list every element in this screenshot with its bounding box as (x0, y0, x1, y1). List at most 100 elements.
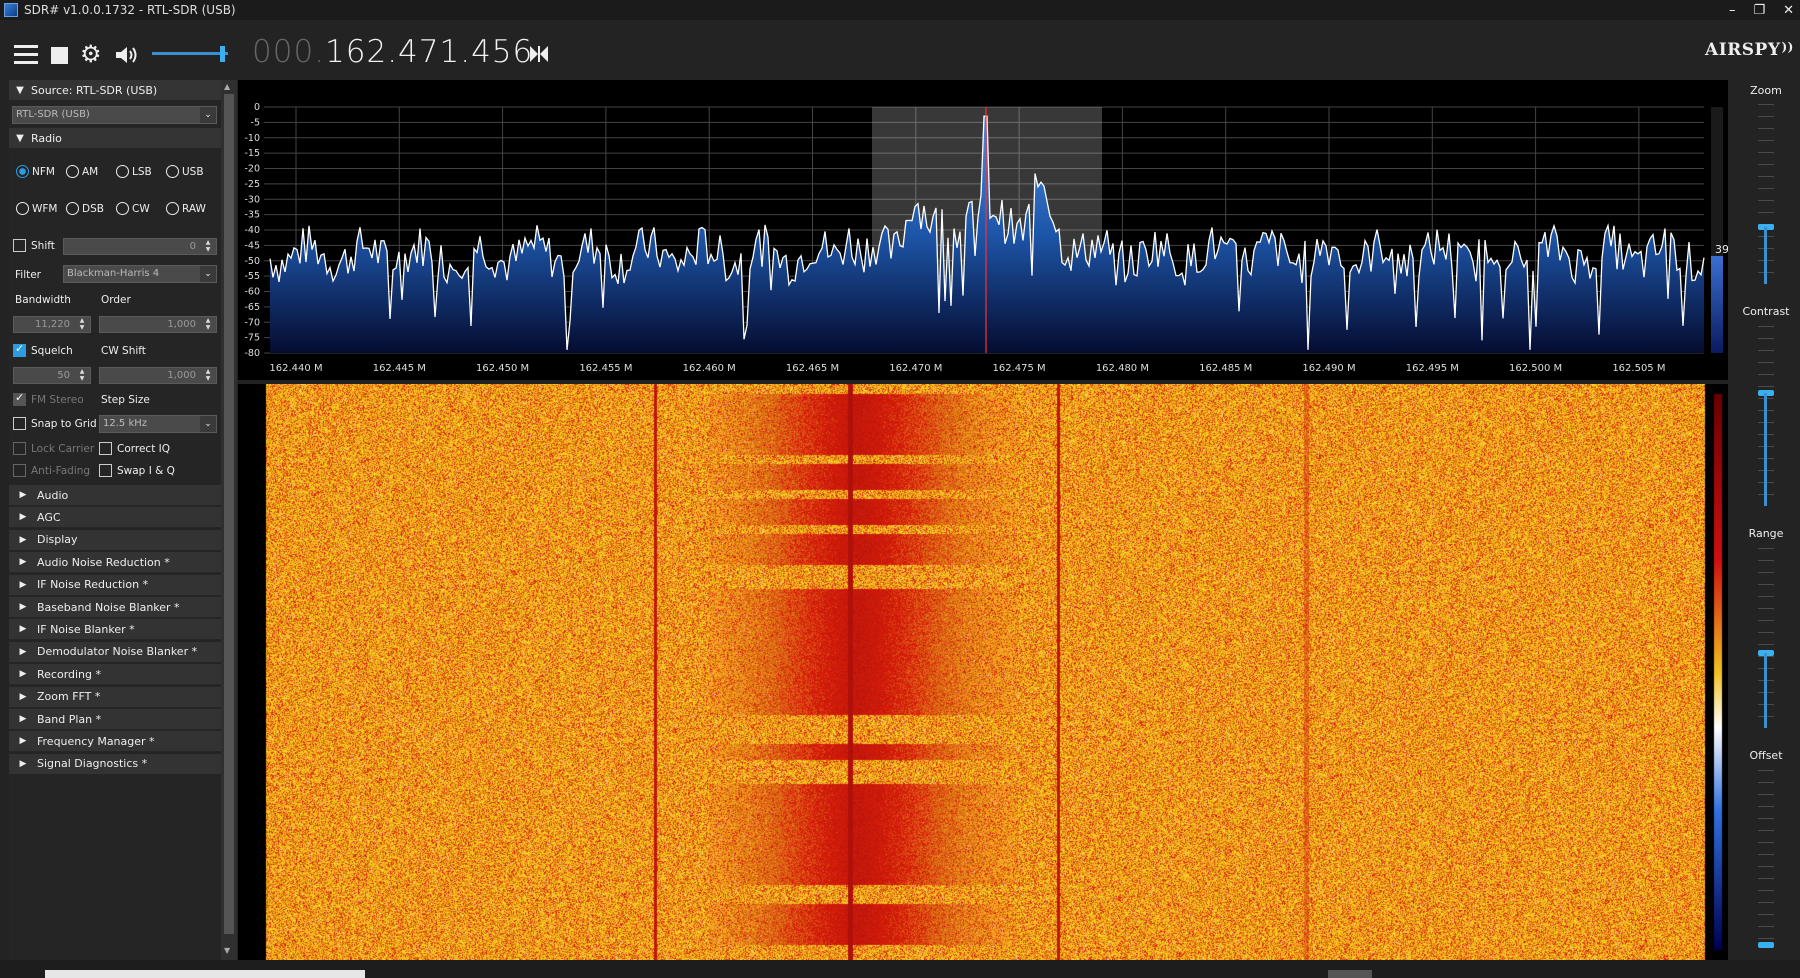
plugin-display[interactable]: ▶ Display (9, 529, 221, 551)
contrast-slider[interactable] (1758, 326, 1774, 506)
frequency-tick-label: 162.460 M (683, 363, 736, 374)
radio-section-header[interactable]: ▼ Radio (9, 128, 221, 148)
order-label: Order (101, 294, 131, 306)
cw-shift-input[interactable]: 1,000 ▲ ▼ (99, 367, 217, 384)
frequency-tick-label: 162.445 M (373, 363, 426, 374)
squelch-input[interactable]: 50 ▲ ▼ (13, 367, 91, 384)
source-device-select[interactable]: RTL-SDR (USB) ⌄ (12, 106, 217, 124)
frequency-tick-label: 162.475 M (993, 363, 1046, 374)
scroll-up-icon: ▲ (224, 82, 231, 91)
db-tick-label: -65 (244, 302, 260, 313)
lock-carrier-checkbox[interactable]: Lock Carrier (13, 442, 94, 455)
expand-right-icon: ▶ (19, 691, 27, 702)
frequency-tick-label: 162.470 M (889, 363, 942, 374)
status-strip (0, 960, 1800, 978)
frequency-tick-label: 162.440 M (269, 363, 322, 374)
plugin-baseband-noise-blanker[interactable]: ▶ Baseband Noise Blanker * (9, 597, 221, 618)
shift-input[interactable]: 0 ▲ ▼ (63, 238, 217, 255)
expand-right-icon: ▶ (19, 534, 27, 545)
waterfall-display[interactable] (238, 384, 1728, 960)
db-tick-label: -35 (244, 210, 260, 221)
frequency-tick-label: 162.490 M (1302, 363, 1355, 374)
plugin-frequency-manager[interactable]: ▶ Frequency Manager * (9, 731, 221, 753)
plugin-audio-noise-reduction[interactable]: ▶ Audio Noise Reduction * (9, 552, 221, 574)
source-section-header[interactable]: ▼ Source: RTL-SDR (USB) (9, 80, 221, 100)
anti-fading-checkbox[interactable]: Anti-Fading (13, 464, 90, 477)
offset-slider[interactable] (1758, 770, 1774, 950)
center-tune-icon[interactable] (528, 44, 550, 64)
frequency-tick-label: 162.495 M (1406, 363, 1459, 374)
mode-raw-radio[interactable]: RAW (166, 202, 206, 215)
filter-label: Filter (15, 269, 42, 281)
control-panel-scrollbar[interactable]: ▲ ▼ (221, 80, 237, 960)
range-slider[interactable] (1758, 548, 1774, 728)
horizontal-scrollbar-thumb[interactable] (1328, 970, 1372, 978)
frequency-display[interactable]: 000.162.471.456 (252, 34, 533, 70)
mode-dsb-radio[interactable]: DSB (66, 202, 104, 215)
minimize-button[interactable]: – (1729, 3, 1736, 18)
close-button[interactable]: ✕ (1783, 3, 1794, 18)
filter-select[interactable]: Blackman-Harris 4 ⌄ (63, 265, 217, 283)
mode-usb-radio[interactable]: USB (166, 165, 204, 178)
airspy-logo: AIRSPY)) (1705, 40, 1794, 60)
horizontal-scrollbar[interactable] (45, 970, 365, 978)
squelch-checkbox[interactable]: Squelch (13, 342, 73, 357)
swap-iq-checkbox[interactable]: Swap I & Q (99, 464, 175, 477)
snr-meter-bar (1711, 256, 1723, 353)
db-tick-label: -40 (244, 225, 260, 236)
spectrum-analyzer[interactable]: 0 -5 -10 -15 -20 -25 -30 -35 -40 -45 -50 -55 -60 -65 -… (238, 80, 1728, 380)
bandwidth-label: Bandwidth (15, 294, 71, 306)
frequency-tick-label: 162.485 M (1199, 363, 1252, 374)
bandwidth-input[interactable]: 11,220 ▲ ▼ (13, 316, 91, 333)
mode-lsb-radio[interactable]: LSB (116, 165, 152, 178)
step-size-select[interactable]: 12.5 kHz ⌄ (99, 415, 217, 433)
plugin-if-noise-reduction[interactable]: ▶ IF Noise Reduction * (9, 574, 221, 596)
mode-cw-radio[interactable]: CW (116, 202, 150, 215)
plugin-signal-diagnostics[interactable]: ▶ Signal Diagnostics * (9, 753, 221, 775)
plugin-audio[interactable]: ▶ Audio (9, 485, 221, 506)
plugin-zoom-fft[interactable]: ▶ Zoom FFT * (9, 686, 221, 708)
volume-slider-thumb[interactable] (220, 46, 225, 62)
hamburger-menu-icon[interactable] (14, 45, 38, 65)
frequency-tick-label: 162.450 M (476, 363, 529, 374)
stop-icon[interactable] (51, 47, 68, 64)
db-tick-label: -30 (244, 194, 260, 205)
snr-value: 39 (1715, 243, 1728, 256)
volume-slider[interactable] (152, 46, 228, 62)
snap-to-grid-checkbox[interactable]: Snap to Grid (13, 417, 97, 430)
correct-iq-checkbox[interactable]: Correct IQ (99, 442, 170, 455)
display-settings-panel: Zoom Contrast Range Offset (1732, 80, 1800, 960)
plugin-demodulator-noise-blanker[interactable]: ▶ Demodulator Noise Blanker * (9, 641, 221, 663)
order-input[interactable]: 1,000 ▲ ▼ (99, 316, 217, 333)
zoom-slider[interactable] (1758, 104, 1774, 284)
db-tick-label: -5 (251, 117, 260, 128)
mode-nfm-radio[interactable]: NFM (16, 165, 55, 178)
db-tick-label: -25 (244, 179, 260, 190)
db-tick-label: -20 (244, 164, 260, 175)
frequency-tick-label: 162.480 M (1096, 363, 1149, 374)
plugin-band-plan[interactable]: ▶ Band Plan * (9, 709, 221, 730)
expand-right-icon: ▶ (19, 758, 27, 769)
plugin-recording[interactable]: ▶ Recording * (9, 664, 221, 686)
contrast-label: Contrast (1742, 305, 1790, 318)
expand-right-icon: ▶ (19, 602, 27, 612)
mode-am-radio[interactable]: AM (66, 165, 98, 178)
db-tick-label: -75 (244, 333, 260, 344)
spectrum-fill (270, 116, 1704, 353)
fm-stereo-checkbox[interactable]: FM Stereo (13, 391, 84, 406)
speaker-icon[interactable] (114, 44, 140, 66)
maximize-button[interactable]: ❐ (1753, 3, 1765, 18)
expand-right-icon: ▶ (19, 624, 27, 635)
chevron-down-icon: ⌄ (200, 107, 216, 123)
expand-right-icon: ▶ (19, 646, 27, 657)
plugin-if-noise-blanker[interactable]: ▶ IF Noise Blanker * (9, 619, 221, 641)
plugin-agc[interactable]: ▶ AGC (9, 507, 221, 529)
range-label: Range (1748, 527, 1784, 540)
mode-wfm-radio[interactable]: WFM (16, 202, 57, 215)
shift-checkbox[interactable]: Shift (13, 239, 55, 252)
db-tick-label: -60 (244, 287, 260, 298)
offset-slider-thumb[interactable] (1758, 942, 1774, 948)
db-tick-label: -45 (244, 240, 260, 251)
app-icon (4, 3, 18, 17)
gear-icon[interactable]: ⚙ (80, 42, 102, 66)
